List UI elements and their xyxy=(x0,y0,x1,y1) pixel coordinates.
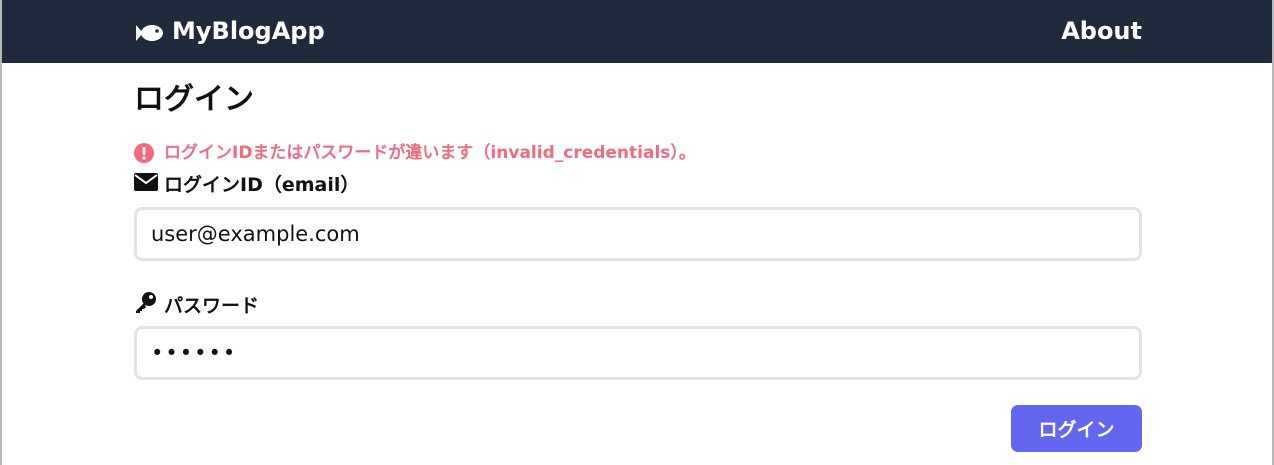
key-icon xyxy=(134,290,158,321)
password-label: パスワード xyxy=(134,290,259,321)
brand-link[interactable]: MyBlogApp xyxy=(134,15,325,47)
error-message: ログインIDまたはパスワードが違います（invalid_credentials）… xyxy=(134,140,696,166)
password-label-text: パスワード xyxy=(164,294,260,317)
exclamation-circle-icon xyxy=(134,143,154,163)
about-link[interactable]: About xyxy=(1061,15,1142,47)
envelope-icon xyxy=(134,172,158,198)
page-title: ログイン xyxy=(134,82,254,117)
email-label: ログインID（email） xyxy=(134,172,359,198)
navbar: MyBlogApp About xyxy=(2,0,1272,63)
error-text: ログインIDまたはパスワードが違います（invalid_credentials）… xyxy=(164,143,696,163)
password-field[interactable] xyxy=(134,326,1142,380)
login-button[interactable]: ログイン xyxy=(1011,405,1142,452)
app-window: MyBlogApp About ログイン ログインIDまたはパスワードが違います… xyxy=(0,0,1274,465)
fish-icon xyxy=(134,20,164,42)
email-label-text: ログインID（email） xyxy=(164,174,360,196)
brand-name: MyBlogApp xyxy=(172,17,325,45)
email-field[interactable] xyxy=(134,207,1142,261)
